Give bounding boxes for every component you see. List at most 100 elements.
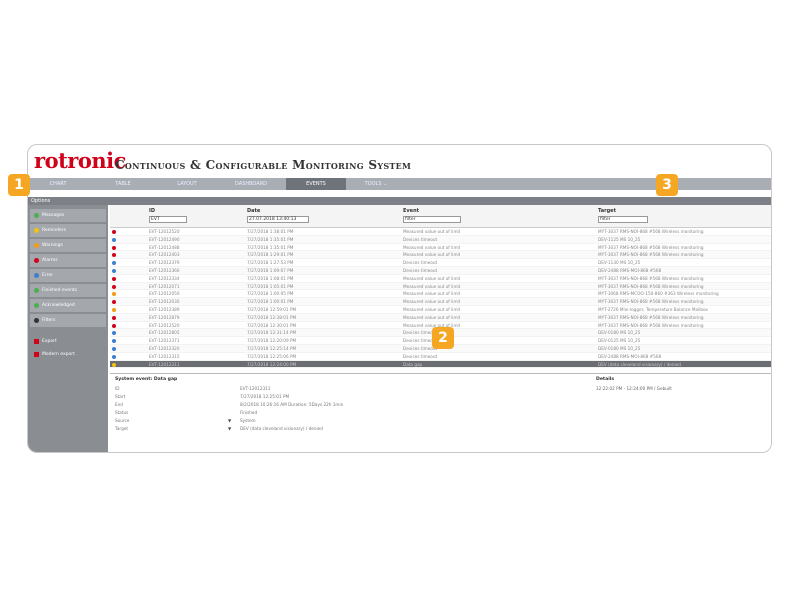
status-dot-icon (112, 315, 116, 320)
cell-target: MYT-3037 RMS-NOI-868 #568 Wireless monit… (598, 322, 704, 328)
detail-field-value: EVT-12012311 (240, 386, 271, 391)
table-row[interactable]: EVT-12012334 7/27/2018 1:08:01 PM Measured… (110, 275, 771, 283)
cell-date: 7/27/2018 1:00:01 PM (247, 299, 294, 305)
sidebar: Messages Reminders Warnings Alarms Error Fini… (28, 205, 108, 452)
cell-date: 7/27/2018 1:09:07 PM (247, 267, 294, 273)
detail-field-label: Source (115, 418, 130, 423)
options-bar: Options (28, 197, 771, 205)
tab-layout[interactable]: Layout (158, 178, 216, 190)
cell-id: EVT-12012366 (149, 267, 180, 273)
detail-title: System event: Data gap (115, 377, 178, 382)
detail-field-label: Start (115, 394, 126, 399)
status-dot-icon (112, 245, 116, 250)
filter-icon[interactable]: ▼ (228, 418, 231, 423)
column-event-label: Event (403, 208, 420, 214)
status-dot-icon (112, 307, 116, 312)
sidebar-filter-warnings[interactable]: Warnings (30, 239, 106, 252)
sidebar-filter-finished-events[interactable]: Finished events (30, 284, 106, 297)
cell-target: MYT-3037 RMS-NOI-868 #568 Wireless monit… (598, 252, 704, 258)
table-row[interactable]: EVT-12012490 7/27/2018 1:35:01 PM Devices … (110, 235, 771, 244)
column-target-label: Target (598, 208, 616, 214)
cell-target: DEV-0180 MS 10_25 (598, 345, 641, 351)
sidebar-filter-filters[interactable]: Filters (30, 314, 106, 327)
cell-id: EVT-12012520 (149, 322, 180, 328)
sidebar-filter-alarms[interactable]: Alarms (30, 254, 106, 267)
cell-event: Devices timeout (403, 236, 438, 242)
sidebar-filter-list: Messages Reminders Warnings Alarms Error Fini… (28, 209, 108, 361)
tab-table[interactable]: Table (88, 178, 158, 190)
sidebar-link-label: Modern export (42, 352, 75, 357)
table-row[interactable]: EVT-12012403 7/27/2018 1:29:01 PM Measured… (110, 251, 771, 260)
table-row[interactable]: EVT-12012050 7/27/2018 1:00:05 PM Measured… (110, 290, 771, 299)
id-filter-input[interactable]: EVT (149, 216, 187, 223)
target-filter-input[interactable]: filter (598, 216, 648, 223)
cell-event: Measured value out of limit (403, 275, 461, 281)
tab-events[interactable]: Events (286, 178, 346, 190)
table-row[interactable]: EVT-12012311 7/27/2018 12:24:00 PM Data ga… (110, 360, 771, 369)
sidebar-filter-error[interactable]: Error (30, 269, 106, 282)
table-row[interactable]: EVT-12012389 7/27/2018 12:59:01 PM Measure… (110, 306, 771, 314)
cell-target: MYT-3068 RMS-MCOO-150-860 #363 Wireless … (598, 291, 719, 297)
callout-badge-3: 3 (656, 174, 678, 196)
status-dot-icon (112, 362, 116, 367)
sidebar-link-export[interactable]: Export (30, 335, 106, 348)
status-dot-icon (34, 228, 39, 233)
sidebar-link-modern-export[interactable]: Modern export (30, 348, 106, 361)
event-details-panel: System event: Data gap Details 12:22:02 … (110, 373, 771, 452)
table-row[interactable]: EVT-12012879 7/27/2018 12:38:01 PM Measure… (110, 313, 771, 322)
cell-target: MYT-3037 RMS-NOI-868 #568 Wireless monit… (598, 299, 704, 305)
sidebar-filter-label: Acknowledged (42, 303, 75, 308)
detail-field-value: 7/27/2018 12:25:01 PM (240, 394, 290, 399)
cell-date: 7/27/2018 1:29:01 PM (247, 252, 294, 258)
detail-field-label: Status (115, 410, 129, 415)
cell-target: MYT-3037 RMS-NOI-868 #568 Wireless monit… (598, 314, 704, 320)
sidebar-filter-messages[interactable]: Messages (30, 209, 106, 222)
detail-field-end: End 8/2/2018 10:26:16 AM Duration: 5Days … (115, 402, 343, 407)
table-row[interactable]: EVT-12012488 7/27/2018 1:35:01 PM Measured… (110, 244, 771, 252)
status-dot-icon (112, 323, 116, 328)
table-row[interactable]: EVT-12012315 7/27/2018 12:25:06 PM Devices… (110, 353, 771, 361)
status-dot-icon (34, 273, 39, 278)
filter-icon (34, 318, 39, 323)
cell-id: EVT-12012320 (149, 345, 180, 351)
cell-date: 7/27/2018 12:24:00 PM (247, 361, 297, 367)
cell-target: MYT-3037 RMS-NOI-868 #568 Wireless monit… (598, 244, 704, 250)
cell-event: Measured value out of limit (403, 252, 461, 258)
cell-id: EVT-12012050 (149, 291, 180, 297)
cell-event: Measured value out of limit (403, 229, 461, 234)
column-date-label: Date (247, 208, 261, 214)
table-row[interactable]: EVT-12012520 7/27/2018 1:38:01 PM Measured… (110, 228, 771, 236)
tab-chart[interactable]: Chart (28, 178, 88, 190)
sidebar-filter-reminders[interactable]: Reminders (30, 224, 106, 237)
cell-target: DEV-0125 MS 10_25 (598, 338, 641, 344)
cell-id: EVT-12012311 (149, 361, 180, 367)
cell-target: DEV-1130 MS 10_25 (598, 260, 641, 266)
options-label: Options (31, 198, 51, 204)
tab-dashboard[interactable]: Dashboard (216, 178, 286, 190)
cell-date: 7/27/2018 12:20:09 PM (247, 338, 297, 344)
cell-event: Devices timeout (403, 267, 438, 273)
cell-event: Measured value out of limit (403, 283, 461, 289)
table-row[interactable]: EVT-12012071 7/27/2018 1:05:01 PM Measured… (110, 282, 771, 291)
status-dot-icon (112, 354, 116, 359)
status-dot-icon (34, 258, 39, 263)
cell-id: EVT-12012389 (149, 306, 180, 312)
cell-target: MYT-3037 RMS-NOI-868 #568 Wireless monit… (598, 275, 704, 281)
event-filter-input[interactable]: filter (403, 216, 461, 223)
detail-field-value: System (240, 418, 256, 423)
cell-id: EVT-12012879 (149, 314, 180, 320)
tab-tools[interactable]: Tools ⌄ (346, 178, 406, 190)
callout-badge-2: 2 (432, 327, 454, 349)
table-row[interactable]: EVT-12012030 7/27/2018 1:00:01 PM Measured… (110, 298, 771, 306)
date-filter-input[interactable]: 27.07.2018 13:40:13 (247, 216, 309, 223)
sidebar-filter-acknowledged[interactable]: Acknowledged (30, 299, 106, 312)
cell-target: MYT-2726 Mini-logger, Temperature Balanc… (598, 306, 708, 312)
table-row[interactable]: EVT-12012366 7/27/2018 1:09:07 PM Devices … (110, 266, 771, 275)
cell-id: EVT-12012371 (149, 338, 180, 344)
cell-date: 7/27/2018 1:00:05 PM (247, 291, 294, 297)
detail-field-label: ID (115, 386, 120, 391)
filter-icon[interactable]: ▼ (228, 426, 231, 431)
cell-event: Devices timeout (403, 353, 438, 359)
callout-badge-1: 1 (8, 174, 30, 196)
table-row[interactable]: EVT-12012379 7/27/2018 1:27:53 PM Devices … (110, 259, 771, 267)
